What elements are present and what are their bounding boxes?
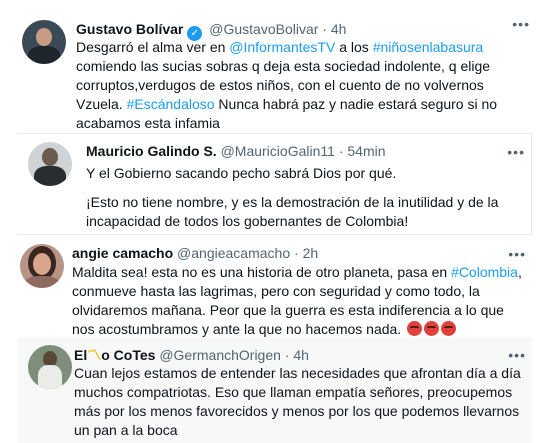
tweet-text: Cuan lejos estamos de entender las neces… (74, 365, 521, 438)
tweet-paragraph: Y el Gobierno sacando pecho sabrá Dios p… (86, 165, 397, 181)
author-name-part: o CoTes (101, 347, 156, 363)
tweet-paragraph: ¡Esto no tiene nombre, y es la demostrac… (86, 194, 499, 229)
avatar[interactable] (20, 244, 64, 288)
avatar-face (36, 28, 52, 46)
tweet-header: El〽o CoTes @GermanchOrigen · 4h (74, 346, 309, 364)
angry-face-icon (407, 321, 423, 336)
hashtag-link[interactable]: #Escándaloso (127, 96, 215, 112)
tweet[interactable]: angie camacho @angieacamacho · 2h ••• Ma… (8, 236, 532, 339)
author-name[interactable]: Gustavo Bolívar (76, 21, 183, 37)
avatar[interactable] (22, 20, 66, 64)
tweet-text: Desgarró el alma ver en @InformantesTV a… (76, 38, 528, 133)
more-options-icon[interactable]: ••• (508, 347, 526, 363)
avatar[interactable] (28, 345, 72, 389)
tweet[interactable]: Mauricio Galindo S. @MauricioGalin11 · 5… (18, 133, 532, 235)
avatar[interactable] (28, 142, 72, 186)
timestamp[interactable]: 2h (303, 245, 319, 261)
mention-link[interactable]: @InformantesTV (229, 39, 335, 55)
tweet-text: Maldita sea! esta no es una historia de … (72, 263, 522, 339)
author-name-part: El (74, 347, 88, 363)
timestamp[interactable]: 4h (293, 347, 309, 363)
text-segment: Maldita sea! esta no es una historia de … (72, 264, 452, 280)
more-options-icon[interactable]: ••• (508, 246, 526, 262)
tweet[interactable]: El〽o CoTes @GermanchOrigen · 4h ••• Cuan… (18, 337, 532, 443)
author-handle[interactable]: @MauricioGalin11 (221, 143, 335, 159)
angry-face-icon (424, 321, 440, 336)
author-handle[interactable]: @GermanchOrigen (159, 347, 281, 363)
separator: · (322, 21, 327, 37)
separator: · (284, 347, 290, 363)
separator: · (294, 245, 299, 261)
hashtag-link[interactable]: #niñosenlabasura (373, 39, 484, 55)
tweet-feed: Gustavo Bolívar ✓ @GustavoBolivar · 4h ••… (0, 0, 560, 443)
avatar-body (24, 276, 60, 288)
tweet-header: Mauricio Galindo S. @MauricioGalin11 · 5… (86, 142, 386, 160)
avatar-body (34, 166, 66, 186)
more-options-icon[interactable]: ••• (507, 144, 525, 160)
name-emoji-icon: 〽 (87, 347, 102, 363)
author-handle[interactable]: @GustavoBolivar (209, 21, 318, 37)
author-name[interactable]: angie camacho (72, 245, 173, 261)
author-name[interactable]: Mauricio Galindo S. (86, 143, 217, 159)
angry-face-icon (441, 321, 457, 336)
more-options-icon[interactable]: ••• (512, 16, 530, 32)
tweet-header: angie camacho @angieacamacho · 2h (72, 244, 318, 262)
hashtag-link[interactable]: #Colombia (451, 264, 518, 280)
author-name[interactable]: El〽o CoTes (74, 347, 155, 363)
author-handle[interactable]: @angieacamacho (177, 245, 290, 261)
avatar-body (38, 365, 62, 389)
avatar-face (42, 148, 58, 166)
text-segment: Desgarró el alma ver en (76, 39, 230, 55)
timestamp[interactable]: 54min (347, 143, 385, 159)
avatar-face (33, 253, 51, 275)
text-segment: a los (335, 39, 373, 55)
tweet[interactable]: Gustavo Bolívar ✓ @GustavoBolivar · 4h ••… (8, 6, 532, 134)
separator: · (338, 143, 344, 159)
avatar-body (28, 46, 60, 64)
timestamp[interactable]: 4h (331, 21, 347, 37)
tweet-text: Y el Gobierno sacando pecho sabrá Dios p… (86, 164, 526, 231)
